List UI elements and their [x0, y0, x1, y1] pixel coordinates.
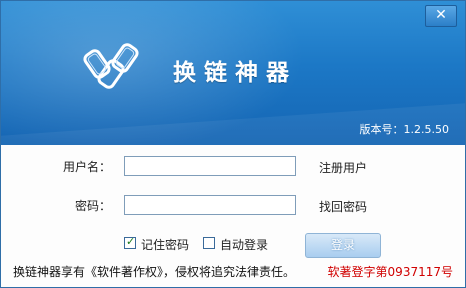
login-window: ✕ 换链神器 版本号：1.2.5.50 用户名： 注册用户 密码： 找回密码 ✓…: [0, 0, 466, 288]
username-input[interactable]: [124, 156, 296, 176]
copyright-notice: 换链神器享有《软件著作权》，侵权将追究法律责任。: [13, 265, 296, 279]
auto-login-label[interactable]: 自动登录: [220, 236, 268, 253]
login-button[interactable]: 登录: [305, 233, 381, 258]
chain-link-logo-icon: [83, 43, 139, 89]
register-link[interactable]: 注册用户: [319, 159, 367, 176]
recover-password-link[interactable]: 找回密码: [319, 198, 367, 215]
username-label: 用户名：: [62, 160, 111, 174]
remember-password-checkbox[interactable]: ✓: [124, 235, 136, 249]
header-banner: ✕ 换链神器 版本号：1.2.5.50: [1, 1, 465, 145]
close-icon: ✕: [435, 7, 447, 23]
app-title: 换链神器: [173, 60, 297, 86]
password-label: 密码：: [74, 199, 111, 213]
version-label: 版本号：1.2.5.50: [359, 123, 449, 136]
password-input[interactable]: [124, 195, 296, 215]
auto-login-checkbox[interactable]: [203, 237, 215, 249]
checkmark-icon: ✓: [126, 235, 136, 248]
registration-number: 软著登字第0937117号: [327, 265, 453, 279]
close-button[interactable]: ✕: [425, 5, 457, 27]
remember-password-label[interactable]: 记住密码: [141, 236, 189, 253]
